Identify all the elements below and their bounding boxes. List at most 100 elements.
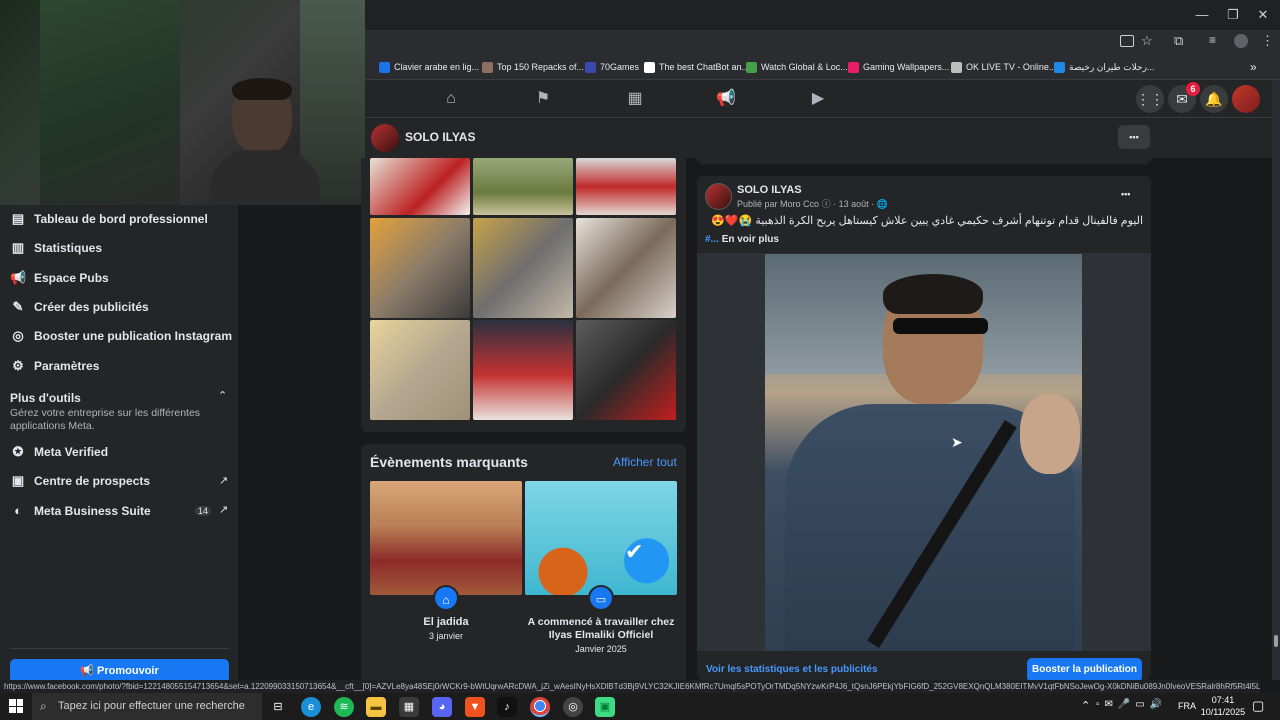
video-icon[interactable]: ▶ bbox=[807, 88, 829, 110]
windows-start-icon[interactable] bbox=[9, 699, 23, 713]
photo-thumbnail[interactable] bbox=[473, 218, 573, 318]
photo-thumbnail[interactable] bbox=[370, 158, 470, 215]
checkmark-icon: ✔ bbox=[625, 539, 644, 564]
sidebar-item-create-ads[interactable]: ✎ Créer des publicités bbox=[10, 293, 149, 321]
boost-post-button[interactable]: Booster la publication bbox=[1027, 658, 1142, 682]
bookmark-item[interactable]: Watch Global & Loc... bbox=[746, 54, 848, 80]
see-all-link[interactable]: Afficher tout bbox=[613, 455, 677, 469]
bookmark-item[interactable]: Top 150 Repacks of... bbox=[482, 54, 584, 80]
sidebar-item-dashboard[interactable]: ▤ Tableau de bord professionnel bbox=[10, 205, 208, 233]
insights-icon[interactable]: ▦ bbox=[624, 88, 646, 110]
apps-grid-icon[interactable]: ⋮⋮ bbox=[1136, 85, 1164, 113]
megaphone-icon: 📢 bbox=[80, 665, 98, 677]
bookmark-item[interactable]: Gaming Wallpapers... bbox=[848, 54, 949, 80]
post-image[interactable] bbox=[765, 254, 1082, 651]
more-tools-description: Gérez votre entreprise sur les différent… bbox=[10, 407, 201, 432]
post-author-name[interactable]: SOLO ILYAS bbox=[737, 184, 802, 196]
minimize-button[interactable]: — bbox=[1187, 4, 1217, 26]
info-icon: ⓘ · bbox=[821, 199, 839, 209]
photo-thumbnail[interactable] bbox=[370, 320, 470, 420]
highlight-item[interactable]: ⌂ El jadida 3 janvier bbox=[370, 481, 522, 671]
cursor-icon: ➤ bbox=[951, 434, 963, 450]
bookmark-item[interactable]: 70Games bbox=[585, 54, 639, 80]
globe-icon: · 🌐 bbox=[871, 199, 888, 209]
bookmark-star-icon[interactable]: ☆ bbox=[1141, 33, 1153, 49]
brave-icon[interactable]: ▼ bbox=[465, 697, 485, 717]
sidebar-item-ads-space[interactable]: 📢 Espace Pubs bbox=[10, 264, 109, 292]
photo-thumbnail[interactable] bbox=[576, 158, 676, 215]
chevron-up-icon[interactable]: ⌃ bbox=[218, 389, 227, 402]
bookmark-item[interactable]: OK LIVE TV - Online... bbox=[951, 54, 1056, 80]
post-text: اليوم فالفينال قدام توتنهام أشرف حكيمي غ… bbox=[711, 215, 1143, 227]
notifications-icon[interactable]: 🔔 bbox=[1200, 85, 1228, 113]
clock-time[interactable]: 07:41 bbox=[1202, 695, 1244, 705]
bookmark-favicon bbox=[482, 61, 493, 73]
bookmark-item[interactable]: رحلات طيران رخيصة... bbox=[1054, 54, 1154, 80]
flag-icon[interactable]: ⚑ bbox=[532, 88, 554, 110]
external-link-icon: ↗ bbox=[219, 504, 229, 516]
profile-icon[interactable] bbox=[1234, 34, 1248, 48]
language-indicator[interactable]: FRA bbox=[1178, 701, 1196, 711]
previous-post-edge bbox=[697, 158, 1151, 164]
post-more-button[interactable]: ••• bbox=[1121, 189, 1130, 199]
scrollbar-thumb[interactable] bbox=[1274, 635, 1278, 647]
post-author-avatar[interactable] bbox=[705, 183, 732, 210]
more-bookmarks-button[interactable]: » bbox=[1250, 54, 1257, 80]
discord-icon[interactable]: ◕ bbox=[432, 697, 452, 717]
sidebar-item-label: Paramètres bbox=[34, 359, 100, 373]
store-icon[interactable]: ▦ bbox=[399, 697, 419, 717]
see-more-link[interactable]: En voir plus bbox=[722, 234, 779, 245]
taskbar-search[interactable]: ⌕ Tapez ici pour effectuer une recherche bbox=[32, 693, 262, 720]
page-avatar[interactable] bbox=[371, 124, 399, 152]
sidebar-item-stats[interactable]: ▥ Statistiques bbox=[10, 234, 102, 262]
photo-thumbnail[interactable] bbox=[576, 218, 676, 318]
sidebar-item-label: Centre de prospects bbox=[34, 474, 151, 488]
sidebar-item-business-suite[interactable]: ◐ Meta Business Suite bbox=[10, 497, 151, 525]
install-app-icon[interactable] bbox=[1120, 35, 1134, 47]
more-tools-title[interactable]: Plus d'outils bbox=[10, 391, 81, 405]
spotify-icon[interactable]: ≋ bbox=[334, 697, 354, 717]
media-control-icon[interactable]: ≡ bbox=[1209, 33, 1216, 47]
home-icon[interactable]: ⌂ bbox=[440, 88, 462, 110]
photo-thumbnail[interactable] bbox=[370, 218, 470, 318]
bookmark-label: The best ChatBot an... bbox=[659, 62, 750, 72]
bookmark-item[interactable]: The best ChatBot an... bbox=[644, 54, 749, 80]
post-date[interactable]: 13 août bbox=[839, 199, 869, 209]
photo-thumbnail[interactable] bbox=[473, 158, 573, 215]
chrome-icon[interactable] bbox=[530, 697, 550, 717]
android-studio-icon[interactable]: ▣ bbox=[595, 697, 615, 717]
clock-date[interactable]: 10/11/2025 bbox=[1198, 707, 1248, 717]
tray-chevron-icon[interactable]: ⌃ bbox=[1081, 699, 1090, 712]
highlights-card: Évènements marquants Afficher tout ⌂ El … bbox=[361, 444, 686, 680]
bookmark-item[interactable]: Clavier arabe en lig... bbox=[379, 54, 479, 80]
tiktok-icon[interactable]: ♪ bbox=[497, 697, 517, 717]
highlight-item[interactable]: ✔ ▭ A commencé à travailler chez Ilyas E… bbox=[525, 481, 677, 671]
maximize-button[interactable]: ❐ bbox=[1218, 4, 1248, 26]
sidebar-item-prospects[interactable]: ▣ Centre de prospects bbox=[10, 467, 150, 495]
sidebar-item-boost-instagram[interactable]: ◎ Booster une publication Instagram bbox=[10, 322, 232, 350]
sidebar-item-meta-verified[interactable]: ✪ Meta Verified bbox=[10, 438, 108, 466]
sidebar-item-settings[interactable]: ⚙ Paramètres bbox=[10, 352, 99, 380]
page-name[interactable]: SOLO ILYAS bbox=[405, 130, 475, 144]
bookmark-label: 70Games bbox=[600, 62, 640, 72]
page-scrollbar[interactable] bbox=[1272, 80, 1280, 680]
close-button[interactable]: ✕ bbox=[1248, 4, 1278, 26]
edge-icon[interactable]: e bbox=[301, 697, 321, 717]
app-icon[interactable]: ◎ bbox=[563, 697, 583, 717]
notifications-center-icon[interactable]: ▢ bbox=[1252, 698, 1264, 714]
post-meta: Publié par Moro Cco ⓘ · 13 août · 🌐 bbox=[737, 197, 888, 210]
task-view-icon[interactable]: ⊟ bbox=[268, 697, 288, 717]
megaphone-icon[interactable]: 📢 bbox=[715, 88, 737, 110]
extensions-icon[interactable]: ⧉ bbox=[1174, 33, 1183, 49]
page-more-button[interactable]: ••• bbox=[1118, 125, 1150, 149]
file-explorer-icon[interactable]: ▬ bbox=[366, 697, 386, 717]
stats-ads-link[interactable]: Voir les statistiques et les publicités bbox=[706, 664, 878, 675]
search-icon: ⌕ bbox=[40, 699, 47, 713]
chrome-menu-icon[interactable]: ⋮ bbox=[1261, 33, 1274, 49]
page-avatar[interactable] bbox=[1232, 85, 1260, 113]
photo-thumbnail[interactable] bbox=[576, 320, 676, 420]
hashtag-link[interactable]: #... bbox=[705, 234, 719, 245]
gear-icon: ⚙ bbox=[12, 358, 24, 373]
sidebar-item-label: Booster une publication Instagram bbox=[34, 329, 233, 343]
photo-thumbnail[interactable] bbox=[473, 320, 573, 420]
